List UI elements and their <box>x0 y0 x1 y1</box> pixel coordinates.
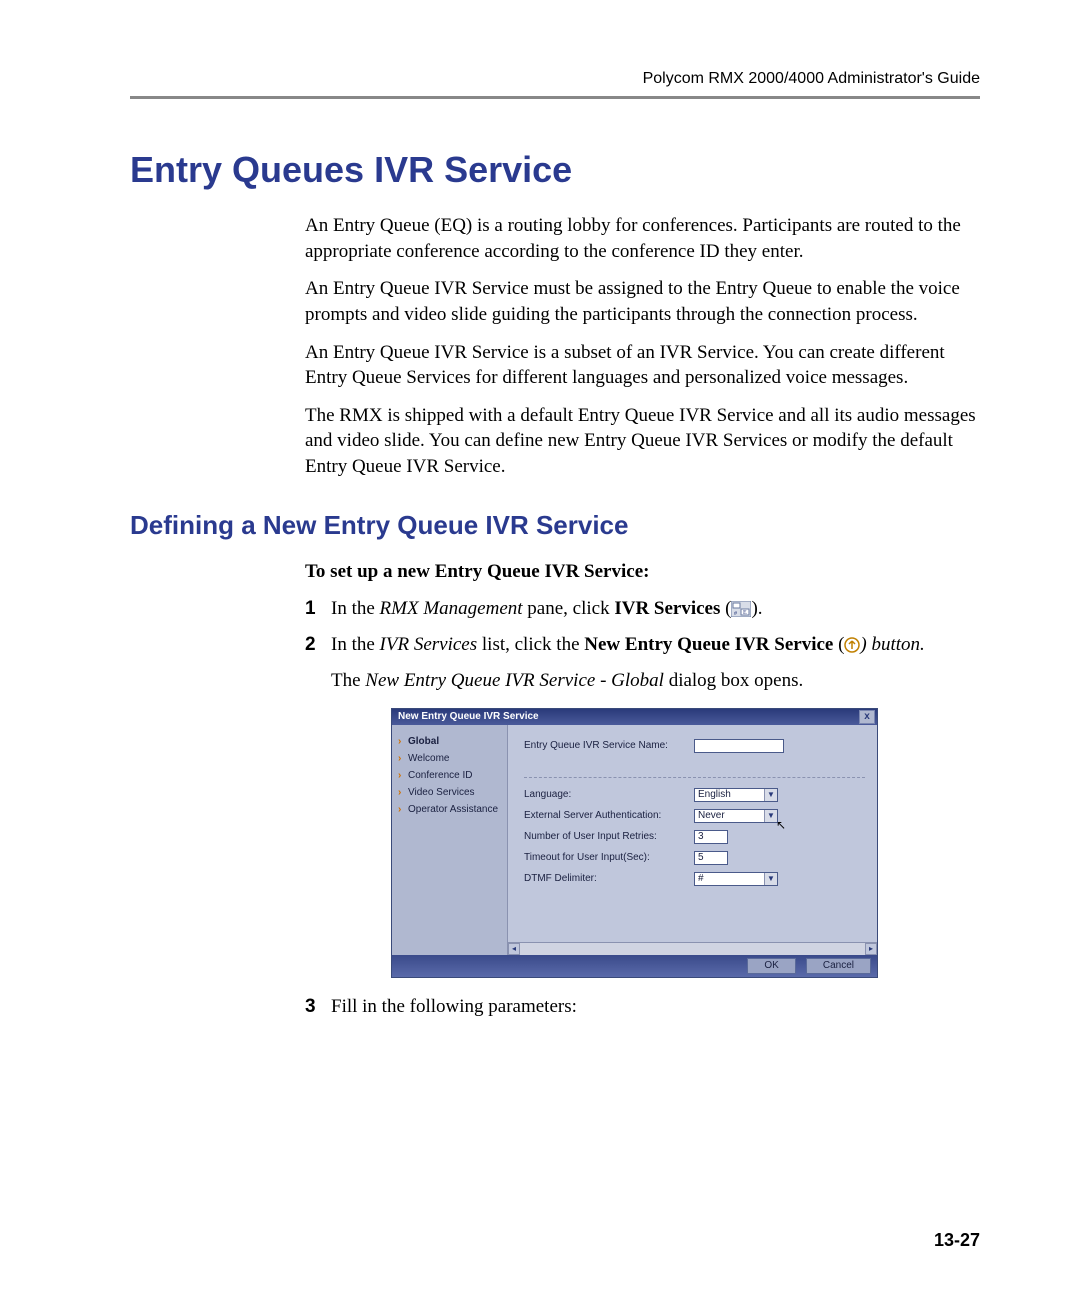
dialog-scrollbar[interactable]: ◂ ▸ <box>508 942 877 955</box>
header-rule <box>130 96 980 99</box>
scroll-left-icon[interactable]: ◂ <box>508 943 520 955</box>
dialog-footer: OK Cancel <box>392 955 877 977</box>
nav-item-operator-assistance[interactable]: ›Operator Assistance <box>398 803 501 817</box>
label-dtmf: DTMF Delimiter: <box>524 872 694 886</box>
dialog-divider <box>524 777 865 778</box>
step-2-follow-a: The <box>331 670 365 691</box>
step-2-follow-b: New Entry Queue IVR Service - Global <box>365 670 664 691</box>
step-3-number: 3 <box>305 994 331 1021</box>
step-1-text-e: ( <box>720 598 731 619</box>
step-1-text-b: RMX Management <box>380 598 523 619</box>
row-service-name: Entry Queue IVR Service Name: <box>524 739 865 753</box>
step-2-body: In the IVR Services list, click the New … <box>331 632 980 988</box>
input-timeout[interactable]: 5 <box>694 851 728 865</box>
cursor-icon: ↖ <box>776 817 786 834</box>
step-1-body: In the RMX Management pane, click IVR Se… <box>331 596 980 626</box>
nav-item-welcome-label: Welcome <box>408 753 450 764</box>
svg-text:E: E <box>743 610 747 616</box>
dialog-body: ›Global ›Welcome ›Conference ID ›Video S… <box>392 725 877 955</box>
svg-text:#: # <box>734 611 737 617</box>
input-service-name[interactable] <box>694 739 784 753</box>
scroll-right-icon[interactable]: ▸ <box>865 943 877 955</box>
label-ext-auth: External Server Authentication: <box>524 809 694 823</box>
nav-item-video-services-label: Video Services <box>408 787 475 798</box>
heading-main: Entry Queues IVR Service <box>130 149 980 191</box>
chevron-right-icon: › <box>398 735 408 749</box>
step-2-text-a: In the <box>331 634 380 655</box>
dialog-nav: ›Global ›Welcome ›Conference ID ›Video S… <box>392 725 507 955</box>
step-1-number: 1 <box>305 596 331 626</box>
nav-item-global[interactable]: ›Global <box>398 735 501 749</box>
nav-item-video-services[interactable]: ›Video Services <box>398 786 501 800</box>
row-ext-auth: External Server Authentication: Never ▼ … <box>524 809 865 823</box>
label-language: Language: <box>524 788 694 802</box>
step-2: 2 In the IVR Services list, click the Ne… <box>305 632 980 988</box>
nav-item-welcome[interactable]: ›Welcome <box>398 752 501 766</box>
step-1-text-c: pane, click <box>523 598 615 619</box>
paragraph-4: The RMX is shipped with a default Entry … <box>305 403 980 480</box>
paragraph-1: An Entry Queue (EQ) is a routing lobby f… <box>305 213 980 264</box>
step-2-text-f: ) button. <box>860 634 924 655</box>
select-language[interactable]: English ▼ <box>694 788 778 802</box>
dialog-title: New Entry Queue IVR Service <box>398 710 539 724</box>
row-retries: Number of User Input Retries: 3 <box>524 830 865 844</box>
step-2-text-b: IVR Services <box>380 634 478 655</box>
chevron-right-icon: › <box>398 803 408 817</box>
paragraph-3: An Entry Queue IVR Service is a subset o… <box>305 340 980 391</box>
step-3-body: Fill in the following parameters: <box>331 994 980 1021</box>
instruction-block: To set up a new Entry Queue IVR Service:… <box>305 559 980 1021</box>
chevron-down-icon: ▼ <box>764 789 777 801</box>
cancel-button[interactable]: Cancel <box>806 958 871 974</box>
chevron-right-icon: › <box>398 769 408 783</box>
dialog-content: Entry Queue IVR Service Name: Language: … <box>507 725 877 955</box>
step-1-text-a: In the <box>331 598 380 619</box>
step-1: 1 In the RMX Management pane, click IVR … <box>305 596 980 626</box>
heading-sub: Defining a New Entry Queue IVR Service <box>130 510 980 541</box>
dialog-titlebar: New Entry Queue IVR Service x <box>392 709 877 725</box>
step-2-follow-c: dialog box opens. <box>664 670 803 691</box>
step-2-text-c: list, click the <box>477 634 584 655</box>
step-2-number: 2 <box>305 632 331 988</box>
select-dtmf[interactable]: # ▼ <box>694 872 778 886</box>
body-block: An Entry Queue (EQ) is a routing lobby f… <box>305 213 980 480</box>
new-entry-queue-icon <box>844 635 860 662</box>
dialog-close-button[interactable]: x <box>859 710 875 724</box>
page: Polycom RMX 2000/4000 Administrator's Gu… <box>0 0 1080 1306</box>
select-language-value: English <box>695 789 764 801</box>
select-ext-auth-value: Never <box>695 810 764 822</box>
nav-item-conference-id[interactable]: ›Conference ID <box>398 769 501 783</box>
paragraph-2: An Entry Queue IVR Service must be assig… <box>305 276 980 327</box>
chevron-right-icon: › <box>398 752 408 766</box>
input-retries[interactable]: 3 <box>694 830 728 844</box>
chevron-right-icon: › <box>398 786 408 800</box>
nav-item-operator-assistance-label: Operator Assistance <box>408 804 498 815</box>
header-doc-title: Polycom RMX 2000/4000 Administrator's Gu… <box>130 70 980 88</box>
step-1-text-f: ). <box>751 598 762 619</box>
row-language: Language: English ▼ <box>524 788 865 802</box>
chevron-down-icon: ▼ <box>764 873 777 885</box>
nav-item-global-label: Global <box>408 736 439 747</box>
label-timeout: Timeout for User Input(Sec): <box>524 851 694 865</box>
ok-button[interactable]: OK <box>747 958 795 974</box>
step-2-text-e: ( <box>833 634 844 655</box>
step-3: 3 Fill in the following parameters: <box>305 994 980 1021</box>
row-timeout: Timeout for User Input(Sec): 5 <box>524 851 865 865</box>
select-ext-auth[interactable]: Never ▼ <box>694 809 778 823</box>
label-retries: Number of User Input Retries: <box>524 830 694 844</box>
label-service-name: Entry Queue IVR Service Name: <box>524 739 694 753</box>
nav-item-conference-id-label: Conference ID <box>408 770 472 781</box>
instruction-title: To set up a new Entry Queue IVR Service: <box>305 559 980 585</box>
page-number: 13-27 <box>934 1230 980 1251</box>
dialog-new-entry-queue: New Entry Queue IVR Service x ›Global ›W… <box>391 708 878 978</box>
select-dtmf-value: # <box>695 873 764 885</box>
step-1-text-d: IVR Services <box>614 598 720 619</box>
row-dtmf: DTMF Delimiter: # ▼ <box>524 872 865 886</box>
ivr-services-icon: #E <box>731 599 751 626</box>
step-2-text-d: New Entry Queue IVR Service <box>584 634 833 655</box>
